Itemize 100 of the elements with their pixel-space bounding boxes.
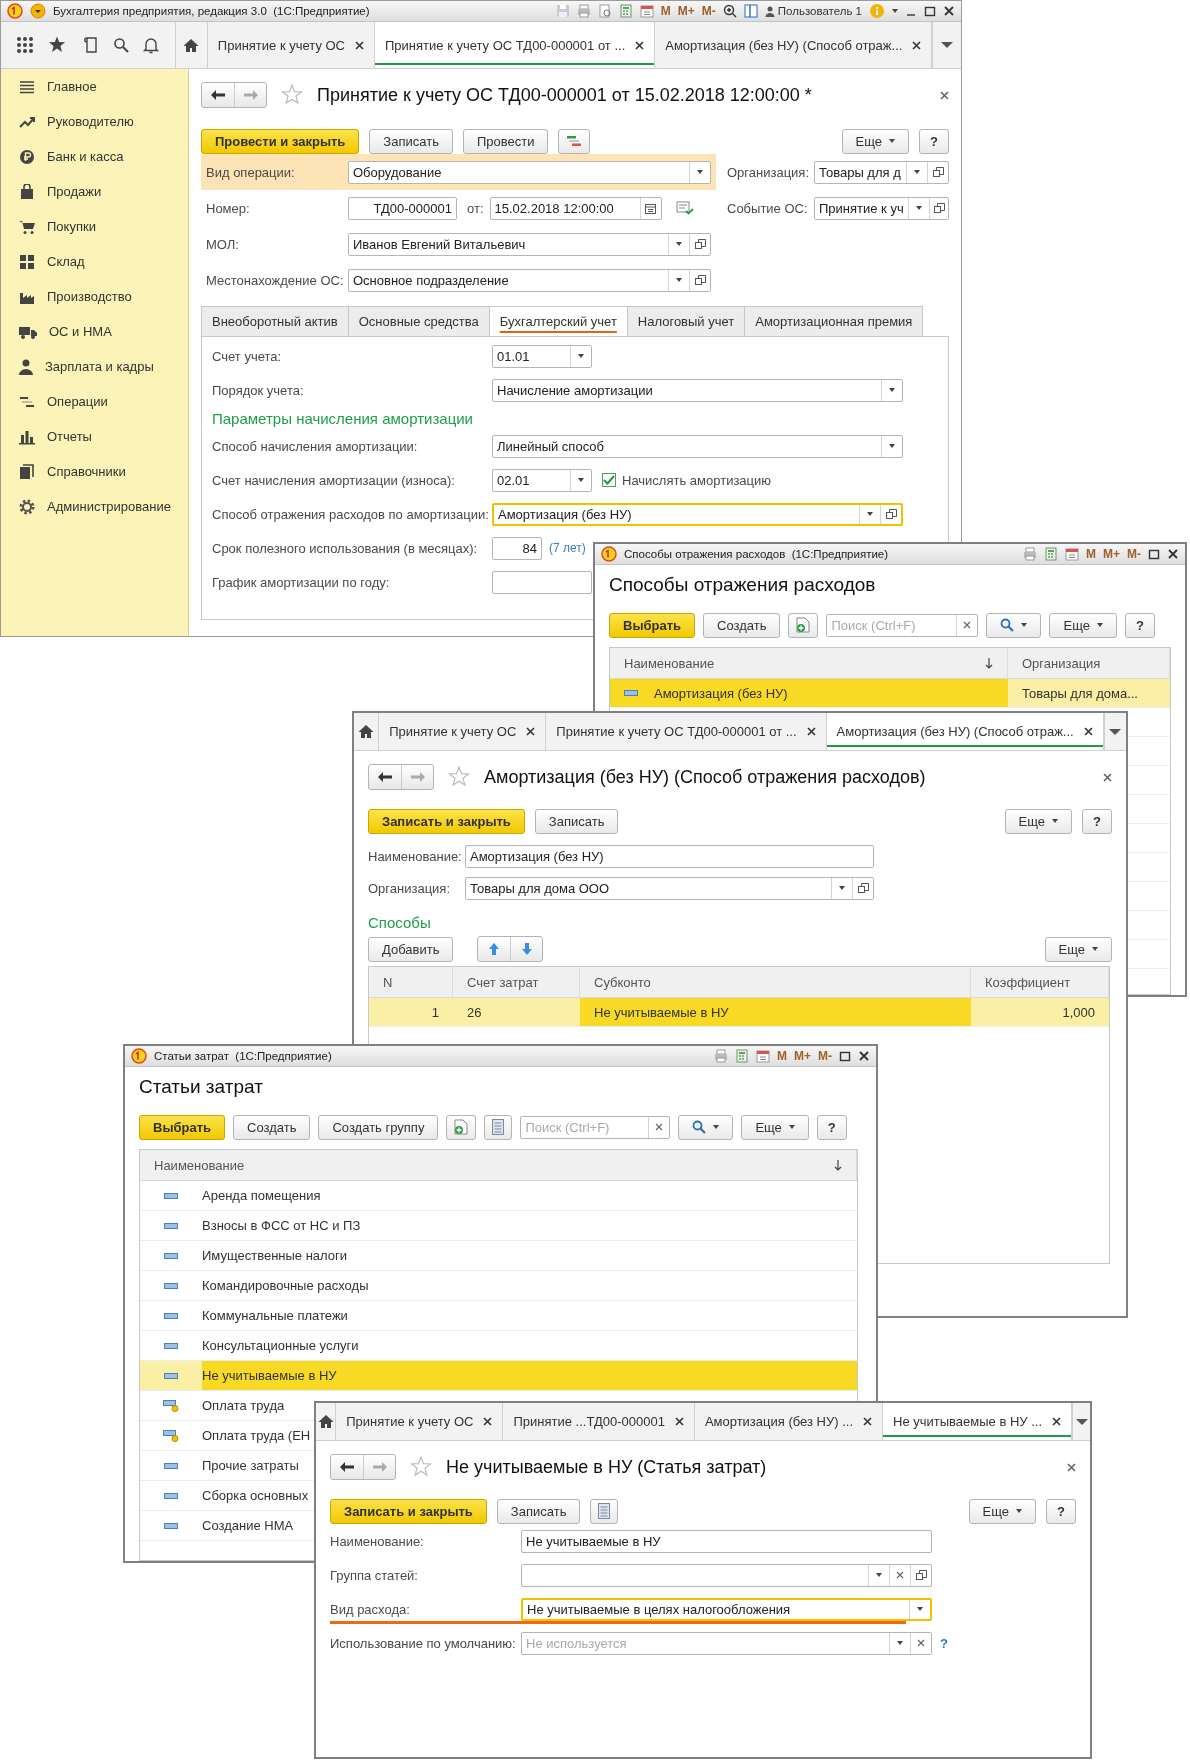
close-icon[interactable] xyxy=(526,727,536,736)
caret-icon[interactable] xyxy=(915,206,922,210)
caret-icon[interactable] xyxy=(676,278,682,282)
maximize-icon[interactable] xyxy=(924,5,936,17)
bell-icon[interactable] xyxy=(143,36,160,54)
open-tab[interactable]: Принятие к учету ОС ТД00-000001 от ... xyxy=(546,713,827,750)
more-button[interactable]: Еще xyxy=(741,1114,809,1140)
dropdown-field[interactable]: Иванов Евгений Витальевич xyxy=(348,232,711,256)
column-header[interactable]: Наименование xyxy=(140,1150,857,1180)
close-icon[interactable] xyxy=(1103,772,1112,782)
sidebar-item[interactable]: Продажи xyxy=(1,174,188,209)
memory-button[interactable]: M xyxy=(1086,547,1096,561)
caret-icon[interactable] xyxy=(917,1607,923,1611)
list-item[interactable]: Аренда помещения xyxy=(202,1181,327,1210)
input-field[interactable]: Не учитываемые в НУ xyxy=(521,1529,932,1553)
memory-button[interactable]: M xyxy=(777,1049,787,1063)
calendar-icon[interactable] xyxy=(639,4,654,18)
search-icon[interactable] xyxy=(113,37,130,53)
close-icon[interactable] xyxy=(1167,548,1179,560)
list-item[interactable]: Оплата труда (ЕН xyxy=(202,1421,317,1450)
sidebar-item[interactable]: Покупки xyxy=(1,209,188,244)
list-item[interactable]: Взносы в ФСС от НС и ПЗ xyxy=(202,1211,367,1240)
search-button[interactable] xyxy=(986,612,1042,638)
dropdown-field[interactable]: Не учитываемые в целях налогообложения xyxy=(521,1597,932,1621)
close-icon[interactable] xyxy=(674,1417,684,1426)
star-icon[interactable] xyxy=(48,36,67,54)
caret-icon[interactable] xyxy=(889,388,895,392)
toolbar-button[interactable]: Записать и закрыть xyxy=(368,808,525,834)
checkbox[interactable] xyxy=(602,473,616,487)
close-icon[interactable] xyxy=(355,40,364,50)
help-link[interactable]: ? xyxy=(940,1635,948,1651)
help-button[interactable]: ? xyxy=(816,1114,847,1140)
caret-icon[interactable] xyxy=(889,444,895,448)
toolbar-button[interactable]: Провести xyxy=(462,128,549,154)
caret-icon[interactable] xyxy=(867,512,873,516)
memory-button[interactable]: M+ xyxy=(794,1049,811,1063)
open-tab[interactable]: Принятие к учету ОС xyxy=(336,1403,504,1440)
dropdown-field[interactable]: Товары для д xyxy=(814,160,949,184)
dropdown-field[interactable]: Линейный способ xyxy=(492,434,903,458)
create-group-button[interactable]: Создать группу xyxy=(318,1114,439,1140)
duration-link[interactable]: (7 лет) xyxy=(549,541,586,555)
sidebar-item[interactable]: ОС и НМА xyxy=(1,314,188,349)
open-form-icon[interactable] xyxy=(932,166,944,178)
form-tab[interactable]: Основные средства xyxy=(347,306,490,336)
column-header[interactable]: Субконто xyxy=(580,967,971,997)
dropdown-field[interactable] xyxy=(521,1563,932,1587)
favorite-star-icon[interactable] xyxy=(410,1456,432,1478)
dropdown-field[interactable]: Принятие к уч xyxy=(814,196,949,220)
open-form-icon[interactable] xyxy=(694,274,706,286)
caret-icon[interactable] xyxy=(676,242,682,246)
clear-icon[interactable] xyxy=(963,621,972,629)
close-icon[interactable] xyxy=(483,1417,493,1426)
copy-button[interactable] xyxy=(788,612,819,638)
sidebar-item[interactable]: Главное xyxy=(1,69,188,104)
open-form-icon[interactable] xyxy=(857,882,869,894)
memory-button[interactable]: M+ xyxy=(677,4,695,18)
list-item[interactable]: Оплата труда xyxy=(202,1391,291,1420)
close-icon[interactable] xyxy=(635,40,645,50)
sidebar-item[interactable]: Руководителю xyxy=(1,104,188,139)
table-row[interactable]: Амортизация (без НУ) Товары для дома... xyxy=(610,679,1170,708)
open-tab[interactable]: Не учитываемые в НУ ... xyxy=(883,1403,1073,1440)
list-view-button[interactable] xyxy=(484,1114,513,1140)
print-preview-icon[interactable] xyxy=(597,4,612,18)
input-field[interactable]: Амортизация (без НУ) xyxy=(465,844,874,868)
toolbar-button[interactable]: Записать xyxy=(369,128,453,154)
form-tab[interactable]: Внеоборотный актив xyxy=(201,306,349,336)
apps-grid-icon[interactable] xyxy=(16,36,35,54)
close-icon[interactable] xyxy=(943,5,955,17)
memory-button[interactable]: M- xyxy=(1127,547,1141,561)
open-form-icon[interactable] xyxy=(885,508,897,520)
maximize-icon[interactable] xyxy=(839,1050,851,1062)
list-item[interactable]: Прочие затраты xyxy=(202,1451,305,1480)
caret-icon[interactable] xyxy=(839,886,845,890)
form-tab[interactable]: Амортизационная премия xyxy=(744,306,924,336)
down-arrow-icon[interactable] xyxy=(520,942,533,956)
open-tab[interactable]: Амортизация (без НУ) (Способ отраж... xyxy=(826,713,1104,750)
sidebar-item[interactable]: Производство xyxy=(1,279,188,314)
user-menu[interactable]: Пользователь 1 xyxy=(764,5,862,17)
memory-button[interactable]: M+ xyxy=(1103,547,1120,561)
help-button[interactable]: ? xyxy=(919,128,949,154)
open-tab[interactable]: Принятие ...ТД00-000001 xyxy=(503,1403,695,1440)
dropdown-field[interactable]: Товары для дома ООО xyxy=(465,876,874,900)
create-button[interactable]: Создать xyxy=(233,1114,311,1140)
input-field[interactable]: ТД00-000001 xyxy=(348,196,457,220)
home-button[interactable] xyxy=(316,1403,337,1440)
panel-layout-icon[interactable] xyxy=(743,4,758,18)
calculator-icon[interactable] xyxy=(1044,547,1058,561)
add-button[interactable]: Добавить xyxy=(368,936,454,962)
open-tab[interactable]: Принятие к учету ОС xyxy=(379,713,547,750)
open-tab[interactable]: Принятие к учету ОС ТД00-000001 от ... xyxy=(375,22,656,68)
open-form-icon[interactable] xyxy=(694,238,706,250)
main-menu-icon[interactable] xyxy=(30,3,46,19)
calendar-icon[interactable] xyxy=(1065,547,1079,561)
list-item[interactable]: Имущественные налоги xyxy=(202,1241,354,1270)
caret-icon[interactable] xyxy=(697,170,703,174)
select-button[interactable]: Выбрать xyxy=(139,1114,226,1140)
clear-icon[interactable] xyxy=(917,1639,925,1647)
memory-button[interactable]: M- xyxy=(701,4,716,18)
sidebar-item[interactable]: Администрирование xyxy=(1,489,188,524)
postings-button[interactable] xyxy=(558,128,591,154)
